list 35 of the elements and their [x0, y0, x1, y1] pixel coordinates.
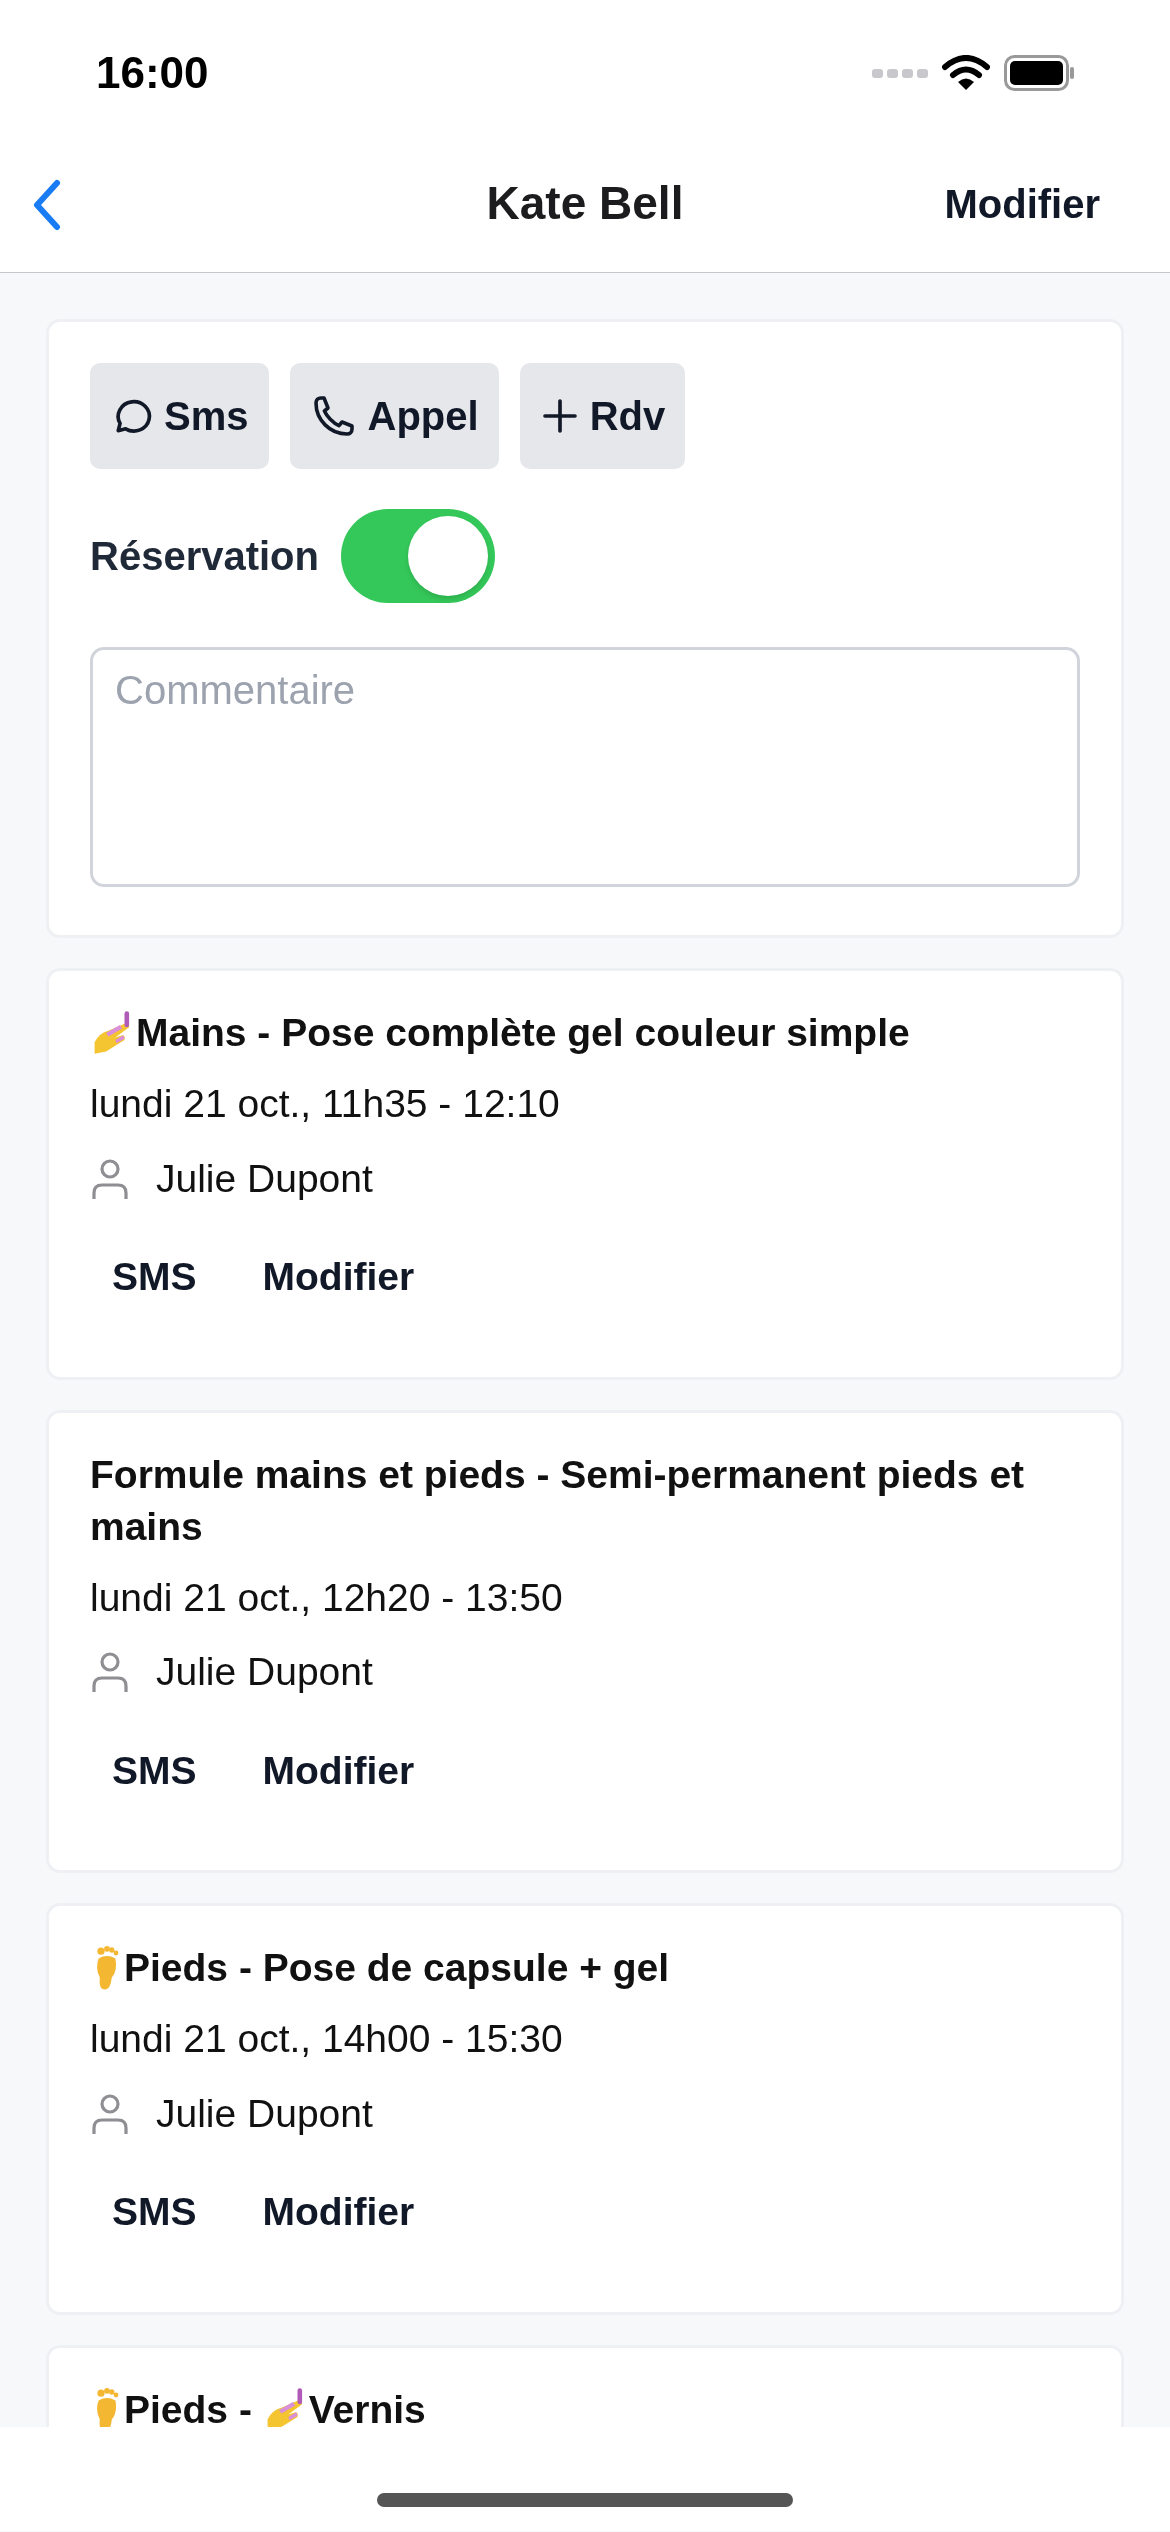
comment-field[interactable]: Commentaire — [90, 647, 1080, 887]
action-button[interactable]: Rdv — [519, 363, 686, 469]
page-title: Kate Bell — [485, 176, 685, 231]
appointment-card[interactable]: Mains - Pose complète gel couleur simple lundi 21 oct., 11h35 - 12:10 Julie Dupont SMS Modifier — [46, 968, 1124, 1380]
status-time: 16:00 — [96, 46, 209, 99]
appointment-time: lundi 21 oct., 14h00 - 15:30 — [90, 2016, 564, 2062]
appointment-card[interactable]: Formule mains et pieds - Semi-permanent pieds et mains lundi 21 oct., 12h20 - 13:50 Julie Dupont SMS Modifier — [46, 1409, 1124, 1873]
appointment-card[interactable]: Pieds - Pose de capsule + gel lundi 21 oct., 14h00 - 15:30 Julie Dupont SMS Modifier — [46, 1903, 1124, 2315]
wifi-icon — [942, 54, 990, 91]
person-icon — [90, 1650, 130, 1695]
appointment-action[interactable]: Modifier — [262, 1741, 415, 1800]
service-title: Mains - Pose complète gel couleur simple — [136, 1010, 910, 1056]
battery-icon — [1004, 54, 1074, 91]
appointment-action[interactable]: Modifier — [262, 2183, 415, 2242]
staff-name: Julie Dupont — [156, 2090, 373, 2137]
appointment-time: lundi 21 oct., 12h20 - 13:50 — [90, 1574, 564, 1621]
person-icon — [90, 1156, 130, 1201]
action-button[interactable]: Appel — [289, 363, 499, 469]
appointment-action[interactable]: Modifier — [262, 1248, 415, 1307]
service-title: Pieds - Pose de capsule + gel — [124, 1945, 670, 1991]
service-title: Vernis — [308, 2386, 426, 2427]
service-title: Formule mains et pieds - Semi-permanent pieds et mains — [90, 1451, 1026, 1550]
staff-name: Julie Dupont — [156, 1155, 373, 1202]
edit-button[interactable]: Modifier — [944, 173, 1100, 234]
signal-icon — [872, 66, 928, 79]
reservation-label: Réservation — [90, 533, 319, 580]
appointment-time: lundi 21 oct., 11h35 - 12:10 — [90, 1081, 561, 1127]
service-title: Pieds - — [124, 2386, 253, 2427]
staff-name: Julie Dupont — [156, 1649, 373, 1695]
appointment-card[interactable]: Pieds - Vernis — [46, 2344, 1124, 2427]
action-button[interactable]: Sms — [90, 363, 269, 469]
appointment-action[interactable]: SMS — [112, 2183, 197, 2242]
person-icon — [90, 2091, 130, 2136]
appointment-action[interactable]: SMS — [112, 1248, 197, 1307]
appointment-action[interactable]: SMS — [112, 1741, 197, 1800]
